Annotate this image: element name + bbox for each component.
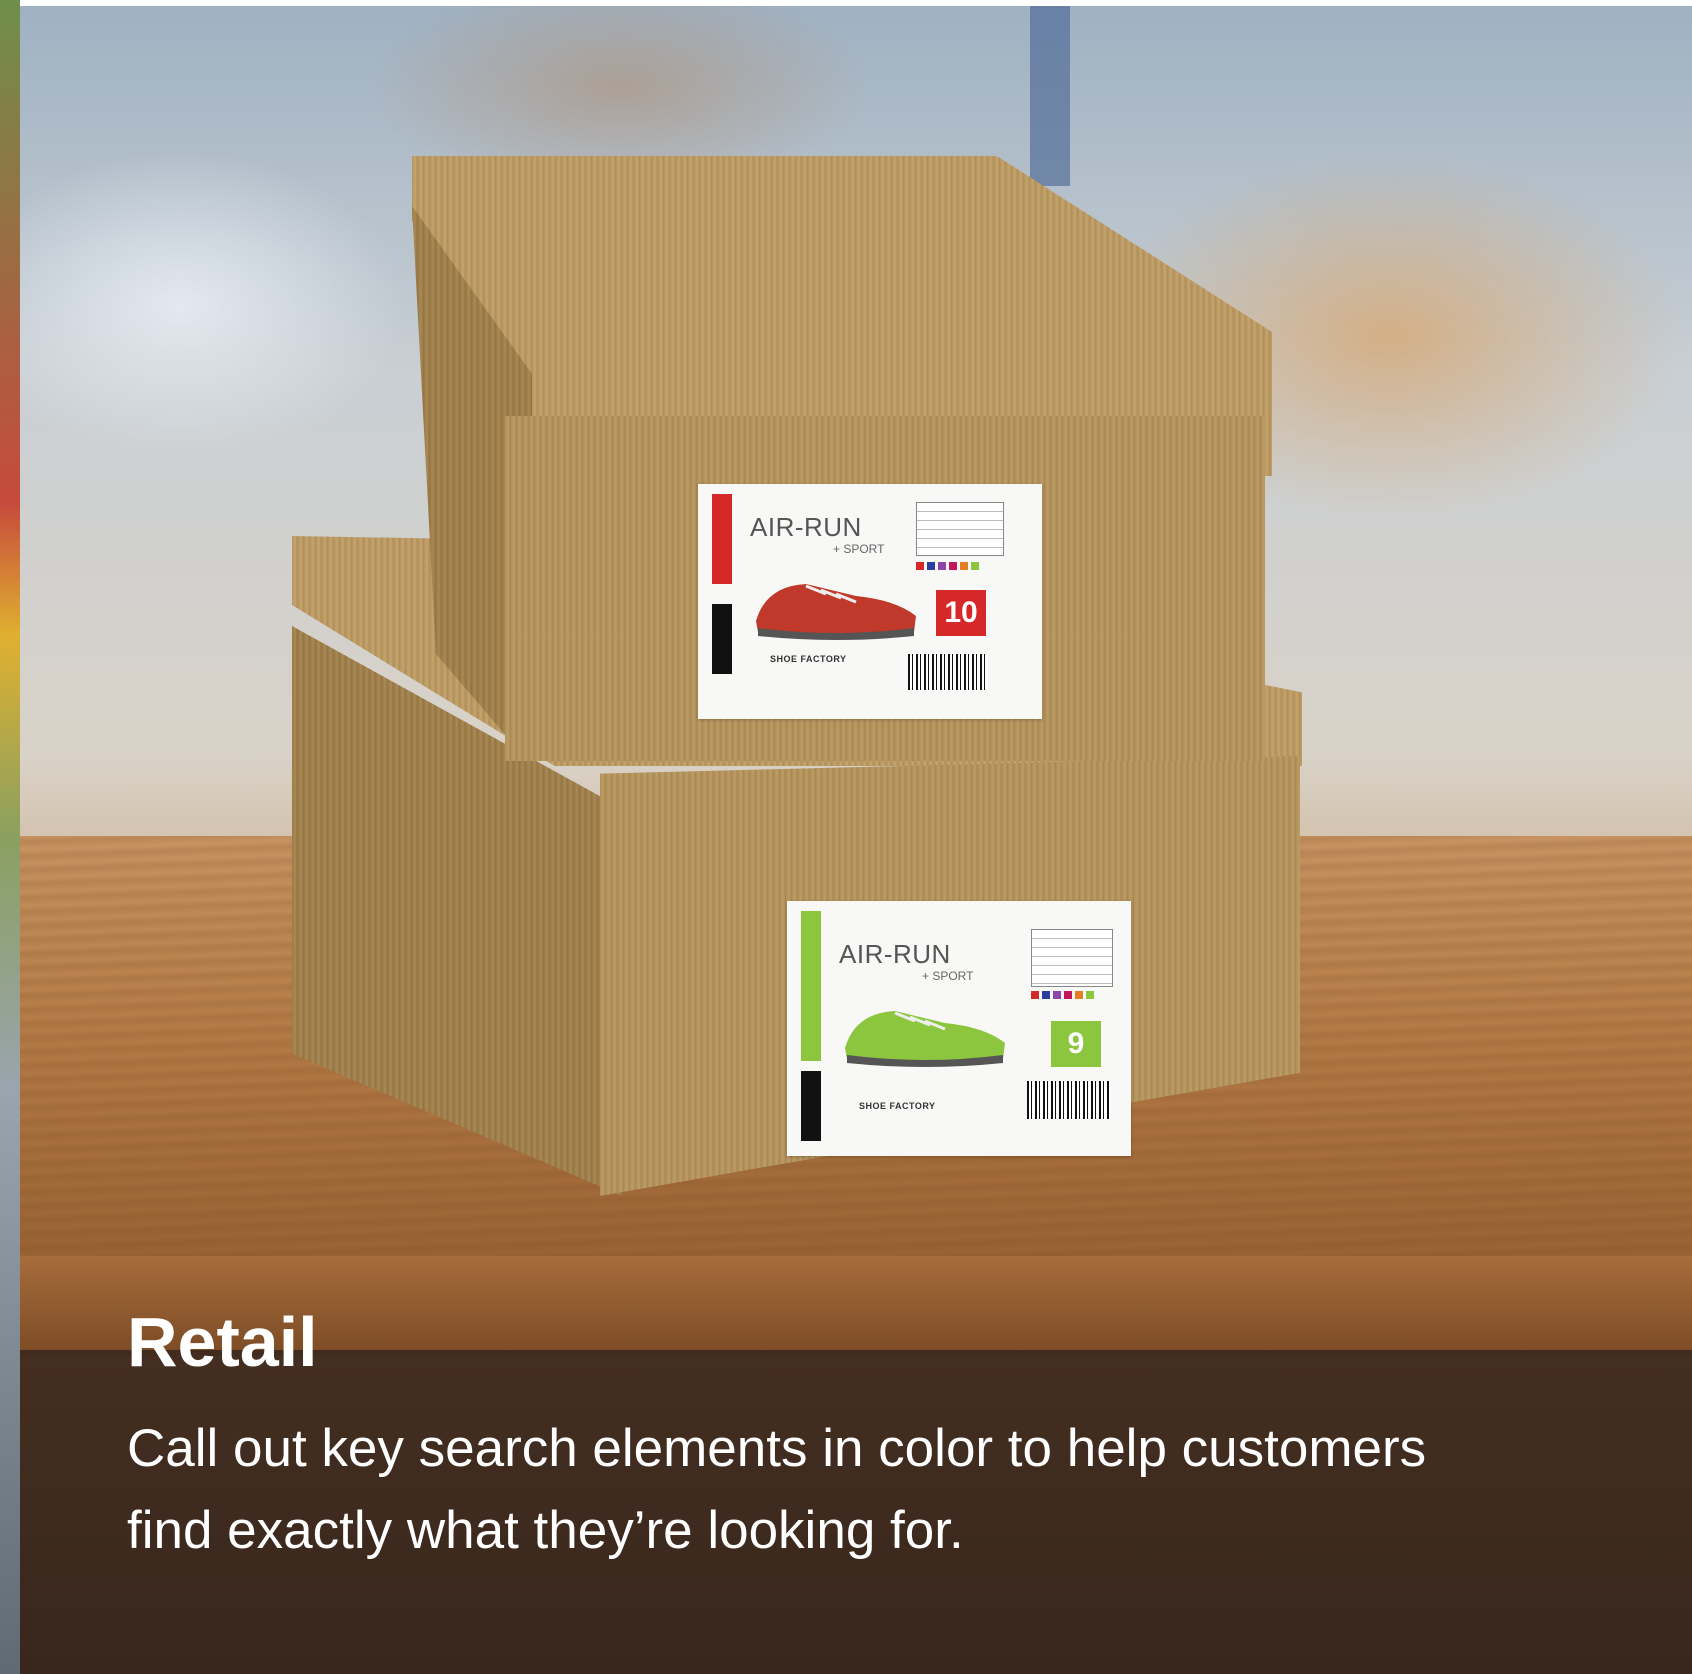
black-stripe	[712, 604, 732, 674]
label-subbrand: + SPORT	[922, 969, 974, 983]
size-badge: 9	[1051, 1021, 1101, 1067]
label-subbrand: + SPORT	[833, 542, 885, 556]
accent-stripe	[801, 911, 821, 1061]
label-factory: SHOE FACTORY	[859, 1101, 936, 1111]
accent-stripe	[712, 494, 732, 584]
barcode	[908, 654, 988, 690]
label-info-table	[916, 502, 1004, 556]
label-brand: AIR-RUN	[750, 512, 862, 542]
caption-description: Call out key search elements in color to…	[127, 1419, 1427, 1560]
caption-title: Retail	[127, 1303, 318, 1381]
label-brand: AIR-RUN	[839, 939, 951, 969]
background-pole	[1030, 6, 1070, 186]
color-swatches	[1031, 991, 1094, 999]
color-swatches	[916, 562, 979, 570]
green-shoe-icon	[845, 1011, 1005, 1067]
product-label-size-10: AIR-RUN + SPORT 10 SHOE FACTORY	[698, 484, 1042, 719]
left-edge-strip	[0, 0, 20, 1674]
label-factory: SHOE FACTORY	[770, 654, 847, 664]
size-badge: 10	[936, 590, 986, 636]
product-label-size-9: AIR-RUN + SPORT 9 SHOE FACTORY	[787, 901, 1131, 1156]
black-stripe	[801, 1071, 821, 1141]
red-shoe-icon	[756, 584, 916, 640]
label-info-table	[1031, 929, 1113, 987]
barcode	[1027, 1081, 1111, 1119]
